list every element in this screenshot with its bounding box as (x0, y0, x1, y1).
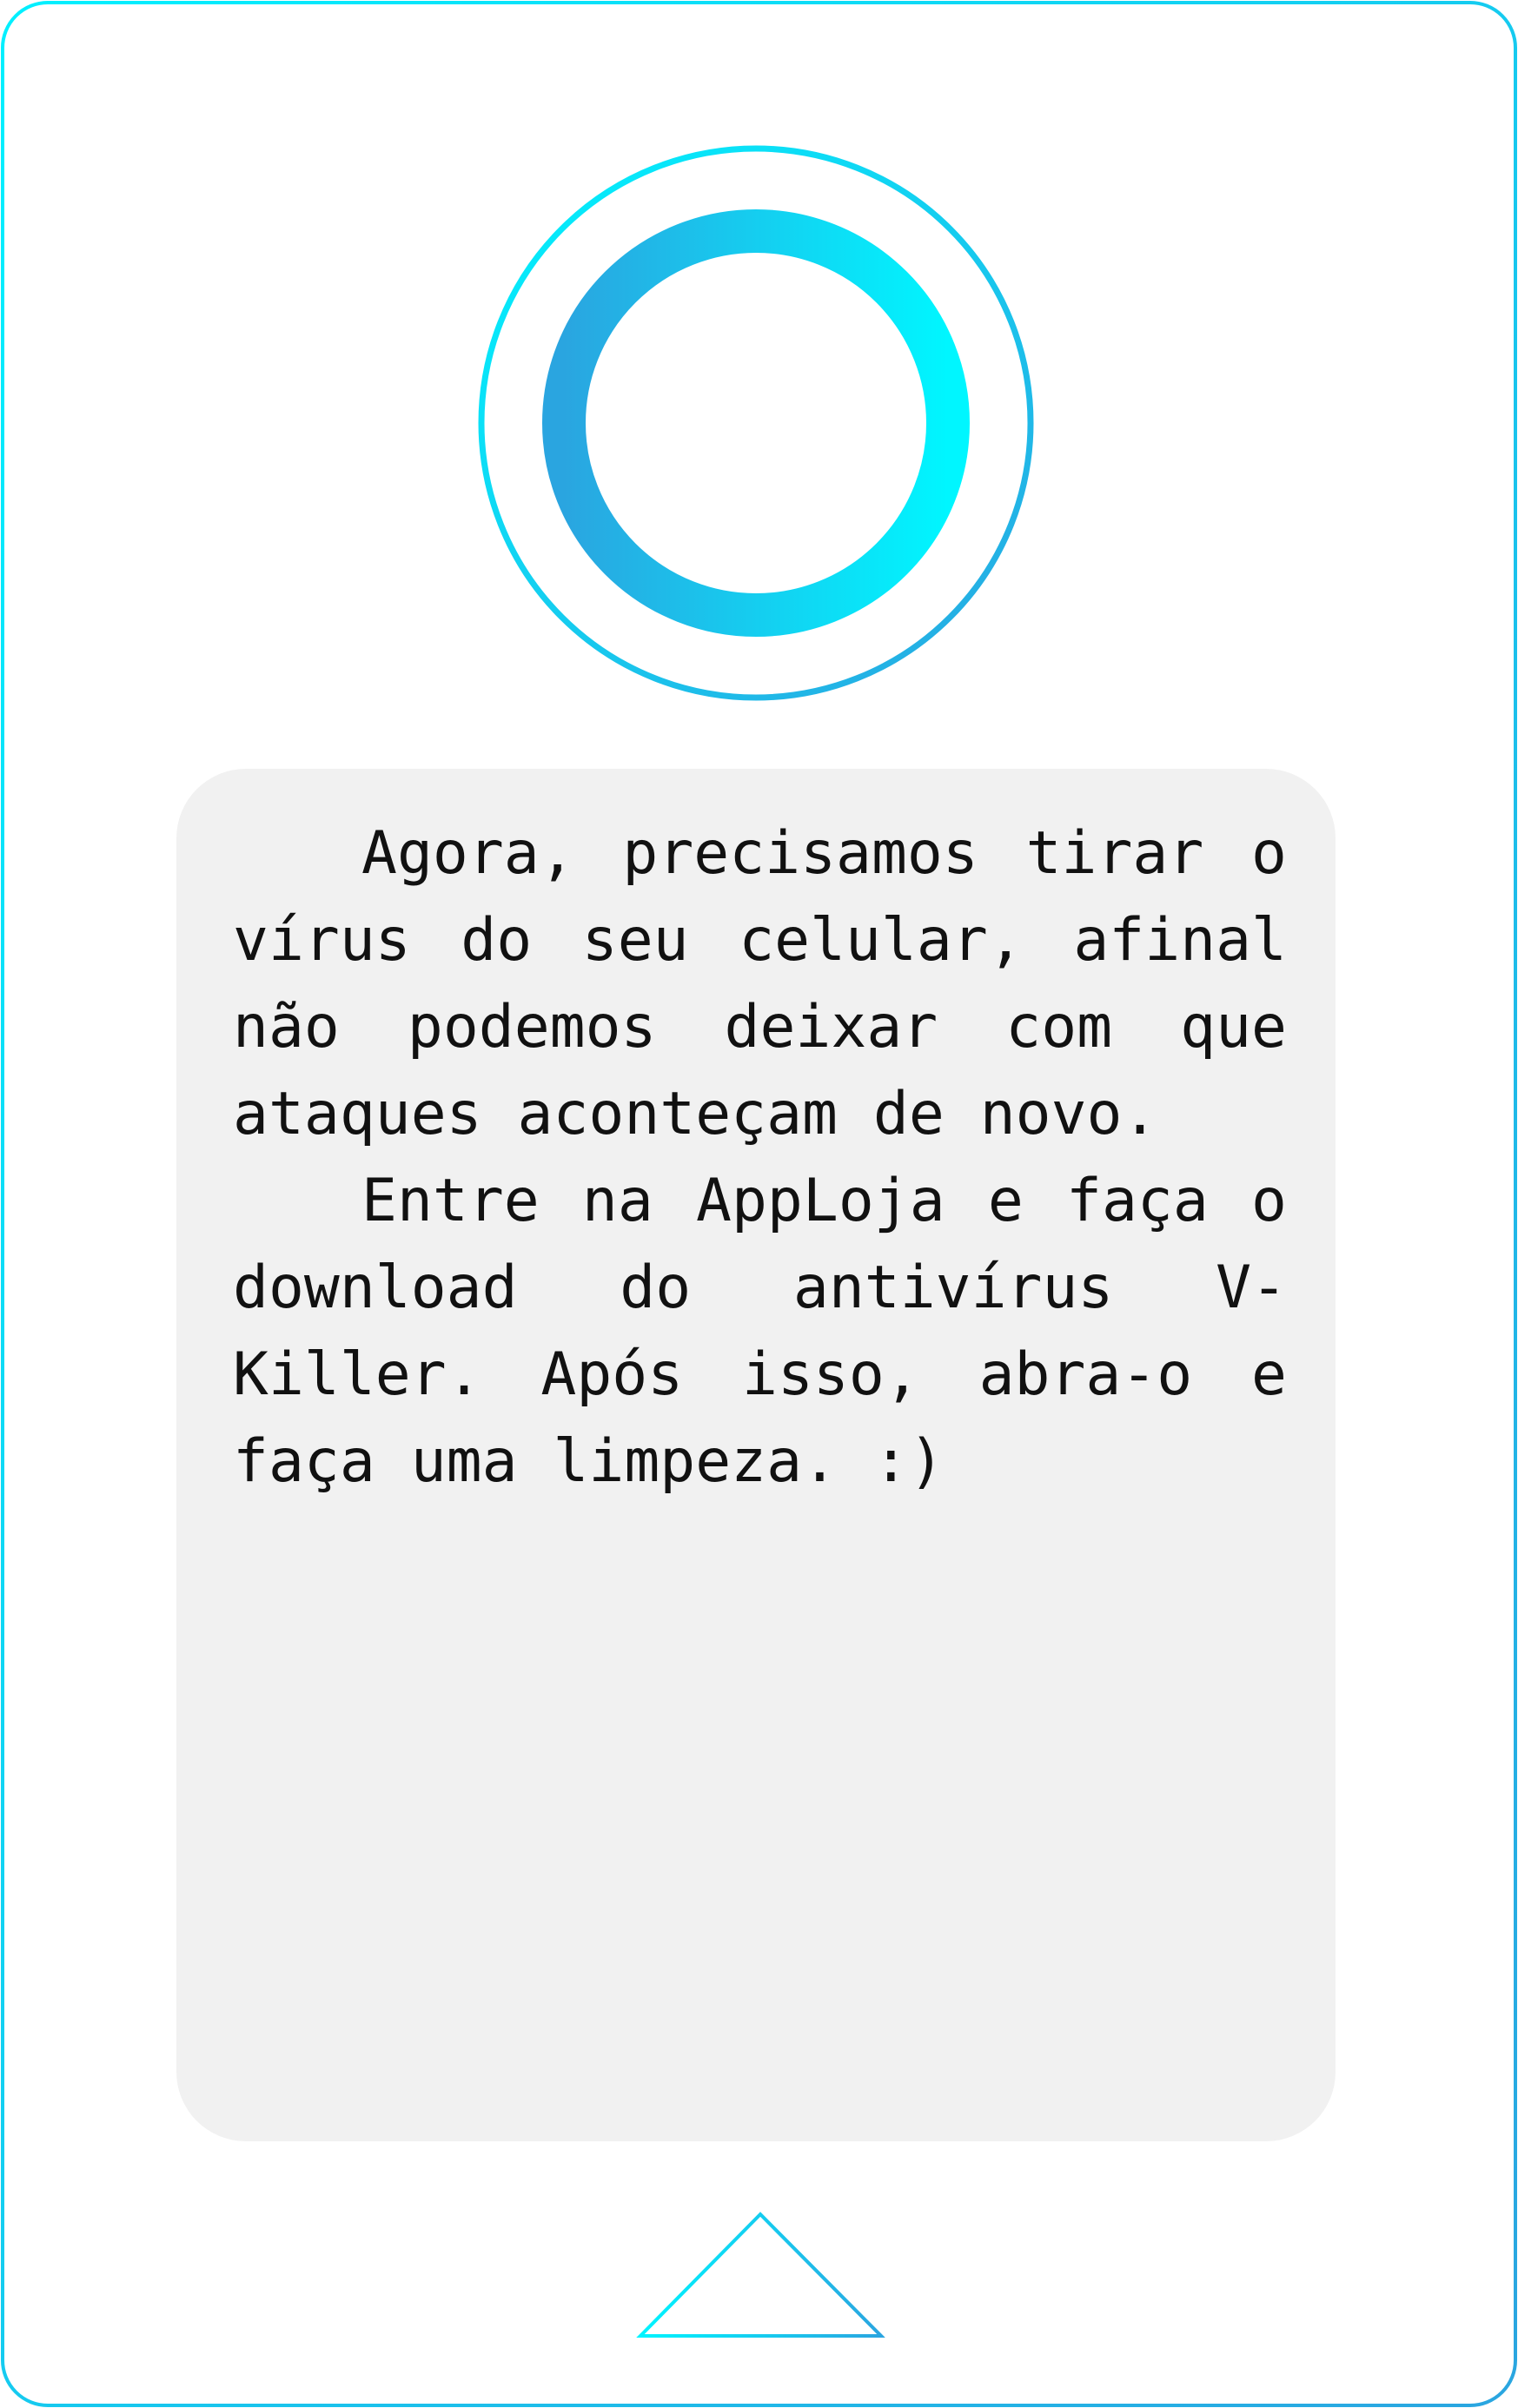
home-triangle-icon[interactable] (636, 2212, 885, 2338)
message-card: Agora, precisamos tirar o vírus do seu c… (176, 769, 1336, 2141)
message-paragraph-1: Agora, precisamos tirar o vírus do seu c… (233, 819, 1287, 1148)
message-paragraph-2: Entre na AppLoja e faça o download do an… (233, 1167, 1287, 1496)
home-ring-icon (478, 145, 1034, 701)
